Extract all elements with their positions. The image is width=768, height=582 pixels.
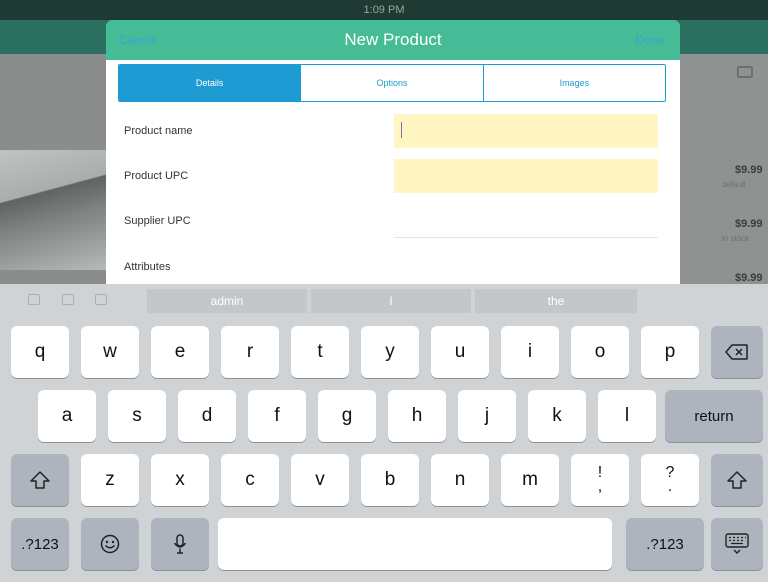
background-product-list [680,54,768,300]
product-name-label: Product name [124,125,193,137]
key-s[interactable]: s [108,390,166,442]
key-t[interactable]: t [291,326,349,378]
key-d[interactable]: d [178,390,236,442]
shift-key-right[interactable] [711,454,763,506]
modal-title: New Product [344,30,442,49]
key-q[interactable]: q [11,326,69,378]
key-z[interactable]: z [81,454,139,506]
key-h[interactable]: h [388,390,446,442]
key-f[interactable]: f [248,390,306,442]
space-key[interactable] [218,518,612,570]
supplier-upc-label: Supplier UPC [124,215,191,227]
emoji-key[interactable] [81,518,139,570]
form-row-product-name: Product name [106,114,680,154]
dismiss-keyboard-key[interactable] [711,518,763,570]
key-j[interactable]: j [458,390,516,442]
prediction-2[interactable]: I [311,289,471,313]
key-k[interactable]: k [528,390,586,442]
product-upc-input[interactable] [394,159,658,193]
key-r[interactable]: r [221,326,279,378]
keyboard-dismiss-icon [725,533,749,554]
form-row-supplier-upc: Supplier UPC [106,204,680,244]
background-price-note: default [722,180,747,189]
key-g[interactable]: g [318,390,376,442]
key-b[interactable]: b [361,454,419,506]
key-question-period[interactable]: ? . [641,454,699,506]
keyboard-shortcut-bar: admin I the [0,284,768,316]
numbers-key-right[interactable]: .?123 [626,518,704,570]
key-c[interactable]: c [221,454,279,506]
dictation-key[interactable] [151,518,209,570]
tab-options[interactable]: Options [300,65,483,101]
status-bar: 1:09 PM [0,0,768,20]
key-exclamation-comma[interactable]: ! , [571,454,629,506]
product-name-input[interactable] [394,114,658,148]
key-n[interactable]: n [431,454,489,506]
tab-images[interactable]: Images [482,65,665,101]
tab-segmented-control: Details Options Images [118,64,666,102]
product-upc-label: Product UPC [124,170,189,182]
shift-key-left[interactable] [11,454,69,506]
key-x[interactable]: x [151,454,209,506]
key-m[interactable]: m [501,454,559,506]
modal-header: Cancel New Product Done [106,20,680,60]
print-icon [737,66,753,78]
tab-details[interactable]: Details [119,65,301,101]
key-a[interactable]: a [38,390,96,442]
key-p[interactable]: p [641,326,699,378]
key-comma-glyph: , [597,478,603,495]
text-caret [401,122,402,138]
key-period-glyph: . [667,478,673,495]
background-price: $9.99 [735,272,763,284]
backspace-key[interactable] [711,326,763,378]
microphone-icon [173,534,187,554]
key-w[interactable]: w [81,326,139,378]
key-e[interactable]: e [151,326,209,378]
key-o[interactable]: o [571,326,629,378]
key-l[interactable]: l [598,390,656,442]
key-u[interactable]: u [431,326,489,378]
prediction-3[interactable]: the [475,289,637,313]
background-price: $9.99 [735,218,763,230]
new-product-modal: Cancel New Product Done Details Options … [106,20,680,300]
paste-icon[interactable] [95,294,107,305]
onscreen-keyboard: admin I the q w e r t y u i o p a s d f … [0,284,768,582]
backspace-icon [725,344,748,360]
background-price: $9.99 [735,164,763,176]
prediction-1[interactable]: admin [147,289,307,313]
supplier-upc-input[interactable] [394,208,658,238]
key-v[interactable]: v [291,454,349,506]
background-product-photo [0,150,110,270]
done-button[interactable]: Done [635,33,664,47]
undo-icon[interactable] [28,294,40,305]
emoji-icon [100,534,120,554]
attributes-label: Attributes [124,261,171,273]
form-row-product-upc: Product UPC [106,159,680,199]
shift-icon [727,471,747,489]
numbers-key-left[interactable]: .?123 [11,518,69,570]
redo-icon[interactable] [62,294,74,305]
shift-icon [30,471,50,489]
key-y[interactable]: y [361,326,419,378]
status-time: 1:09 PM [363,4,405,16]
key-i[interactable]: i [501,326,559,378]
return-key[interactable]: return [665,390,763,442]
background-price-note: in stock [722,234,750,243]
